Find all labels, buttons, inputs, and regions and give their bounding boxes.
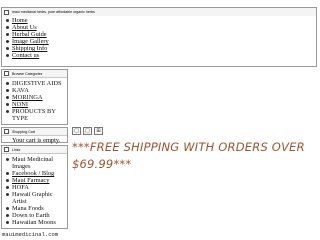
nav-item-shipping-info[interactable]: Shipping Info [6, 45, 316, 52]
bullet-icon [6, 54, 9, 57]
view-toolbar: □ □ ⊞ [72, 127, 103, 135]
category-label[interactable]: DIGESTIVE AIDS [12, 80, 62, 87]
link-label[interactable]: Mana Foods [12, 205, 44, 212]
bullet-icon [6, 172, 9, 175]
site-footer-text: mauimedicinal.com [2, 231, 59, 238]
category-item[interactable]: NONI [6, 101, 67, 108]
bullet-icon [6, 207, 9, 210]
nav-item-image-gallery[interactable]: Image Gallery [6, 38, 316, 45]
categories-panel-title: Browse Categories [12, 71, 43, 76]
collapse-toggle-icon[interactable] [4, 71, 9, 76]
link-item[interactable]: Maui Medicinal Images [6, 156, 67, 170]
bullet-icon [6, 221, 9, 224]
link-item[interactable]: Hawaiian Moons [6, 219, 67, 226]
link-item[interactable]: Hawaii Graphic Artist [6, 191, 67, 205]
links-panel: Links Maui Medicinal Images Facebook / B… [1, 145, 68, 229]
nav-list: Home About Us Herbal Guide Image Gallery… [2, 16, 316, 61]
link-item[interactable]: Mana Foods [6, 205, 67, 212]
bullet-icon [6, 89, 9, 92]
categories-panel-header: Browse Categories [2, 70, 67, 78]
link-label[interactable]: Down to Earth [12, 212, 50, 219]
link-label[interactable]: Hawaiian Moons [12, 219, 56, 226]
toolbar-button-1[interactable]: □ [72, 127, 81, 135]
bullet-icon [6, 26, 9, 29]
toolbar-button-2[interactable]: □ [83, 127, 92, 135]
nav-item-about[interactable]: About Us [6, 24, 316, 31]
link-label[interactable]: HOFA [12, 184, 29, 191]
collapse-toggle-icon[interactable] [4, 129, 9, 134]
nav-panel-title: maui medicinal herbs, pure affordable or… [12, 10, 95, 14]
nav-link[interactable]: Contact us [12, 52, 39, 59]
nav-link[interactable]: Image Gallery [12, 38, 49, 45]
cart-empty-text: Your cart is empty. [12, 137, 61, 144]
category-label[interactable]: KAVA [12, 87, 29, 94]
category-item[interactable]: DIGESTIVE AIDS [6, 80, 67, 87]
link-label[interactable]: Hawaii Graphic Artist [12, 191, 67, 205]
category-item[interactable]: MORINGA [6, 94, 67, 101]
cart-panel-title: Shopping Cart [12, 129, 35, 134]
free-shipping-banner: ***FREE SHIPPING WITH ORDERS OVER $69.99… [72, 140, 305, 171]
category-list: DIGESTIVE AIDS KAVA MORINGA NONI PRODUCT… [2, 78, 67, 124]
bullet-icon [6, 33, 9, 36]
nav-panel-header: maui medicinal herbs, pure affordable or… [2, 8, 316, 16]
category-item[interactable]: KAVA [6, 87, 67, 94]
nav-link[interactable]: Home [12, 17, 28, 24]
link-item[interactable]: Facebook / Blog [6, 170, 67, 177]
nav-item-home[interactable]: Home [6, 17, 316, 24]
category-label[interactable]: MORINGA [12, 94, 43, 101]
category-item[interactable]: PRODUCTS BY TYPE [6, 108, 67, 122]
category-label[interactable]: PRODUCTS BY TYPE [12, 108, 67, 122]
category-label[interactable]: NONI [12, 101, 28, 108]
link-label[interactable]: Facebook / Blog [12, 170, 54, 177]
bullet-icon [6, 96, 9, 99]
bullet-icon [6, 214, 9, 217]
bullet-icon [6, 186, 9, 189]
nav-item-contact[interactable]: Contact us [6, 52, 316, 59]
bullet-icon [6, 110, 9, 113]
links-list: Maui Medicinal Images Facebook / Blog Ma… [2, 154, 67, 228]
bullet-icon [6, 19, 9, 22]
bullet-icon [6, 47, 9, 50]
bullet-icon [6, 158, 9, 161]
collapse-toggle-icon[interactable] [4, 147, 9, 152]
links-panel-header: Links [2, 146, 67, 154]
nav-link[interactable]: Herbal Guide [12, 31, 47, 38]
categories-panel: Browse Categories DIGESTIVE AIDS KAVA MO… [1, 69, 68, 125]
bullet-icon [6, 82, 9, 85]
nav-link[interactable]: About Us [12, 24, 37, 31]
links-panel-title: Links [12, 147, 21, 152]
bullet-icon [6, 193, 9, 196]
collapse-toggle-icon[interactable] [4, 9, 9, 15]
nav-link[interactable]: Shipping Info [12, 45, 47, 52]
toolbar-button-3[interactable]: ⊞ [94, 127, 103, 135]
link-item[interactable]: Maui Farmacy [6, 177, 67, 184]
main-nav-panel: maui medicinal herbs, pure affordable or… [1, 7, 317, 67]
shopping-cart-panel: Shopping Cart Your cart is empty. [1, 127, 68, 144]
bullet-icon [6, 179, 9, 182]
link-label[interactable]: Maui Medicinal Images [12, 156, 67, 170]
nav-item-herbal-guide[interactable]: Herbal Guide [6, 31, 316, 38]
cart-panel-header: Shopping Cart [2, 128, 67, 136]
bullet-icon [6, 40, 9, 43]
link-label[interactable]: Maui Farmacy [12, 177, 49, 184]
link-item[interactable]: Down to Earth [6, 212, 67, 219]
link-item[interactable]: HOFA [6, 184, 67, 191]
bullet-icon [6, 103, 9, 106]
